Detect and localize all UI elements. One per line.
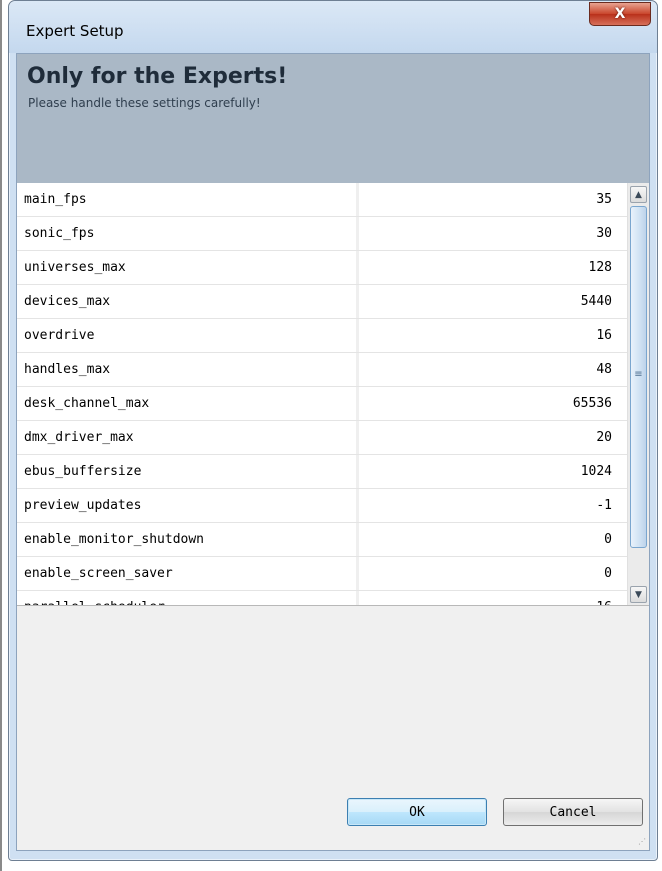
table-row[interactable]: dmx_driver_max 20	[17, 421, 649, 455]
table-row[interactable]: main_fps 35	[17, 183, 649, 217]
setting-value-cell[interactable]: 5440	[359, 285, 621, 318]
setting-value-cell[interactable]: 35	[359, 183, 621, 216]
background-edge	[0, 0, 2, 871]
setting-value-cell[interactable]: 0	[359, 523, 621, 556]
setting-name-cell: overdrive	[17, 319, 359, 352]
expert-setup-window: Expert Setup X Only for the Experts! Ple…	[8, 0, 658, 861]
setting-name-cell: ebus_buffersize	[17, 455, 359, 488]
setting-value-cell[interactable]: 30	[359, 217, 621, 250]
table-row[interactable]: handles_max 48	[17, 353, 649, 387]
table-row[interactable]: enable_monitor_shutdown 0	[17, 523, 649, 557]
settings-rows: main_fps 35 sonic_fps 30 universes_max 128 dev…	[17, 183, 649, 605]
setting-value-cell[interactable]: 20	[359, 421, 621, 454]
setting-value-cell[interactable]: 1024	[359, 455, 621, 488]
scroll-grip-icon: ≡	[634, 369, 643, 380]
dialog-footer: OK Cancel ⋰	[17, 774, 649, 850]
scroll-up-button[interactable]: ▲	[630, 186, 647, 203]
table-row[interactable]: enable_screen_saver 0	[17, 557, 649, 591]
table-row[interactable]: preview_updates -1	[17, 489, 649, 523]
banner-title: Only for the Experts!	[27, 64, 288, 89]
setting-name-cell: devices_max	[17, 285, 359, 318]
table-row[interactable]: universes_max 128	[17, 251, 649, 285]
title-bar[interactable]: Expert Setup X	[9, 1, 657, 53]
setting-value-cell[interactable]: 65536	[359, 387, 621, 420]
table-row[interactable]: desk_channel_max 65536	[17, 387, 649, 421]
ok-button[interactable]: OK	[347, 798, 487, 826]
setting-value-cell[interactable]: 48	[359, 353, 621, 386]
setting-name-cell: universes_max	[17, 251, 359, 284]
setting-value-cell[interactable]: -1	[359, 489, 621, 522]
setting-name-cell: sonic_fps	[17, 217, 359, 250]
close-icon: X	[614, 6, 626, 22]
scroll-down-button[interactable]: ▼	[630, 586, 647, 603]
setting-name-cell: dmx_driver_max	[17, 421, 359, 454]
dialog-client-area: Only for the Experts! Please handle thes…	[16, 53, 650, 851]
setting-name-cell: main_fps	[17, 183, 359, 216]
close-button[interactable]: X	[589, 2, 651, 26]
vertical-scrollbar[interactable]: ▲ ≡ ▼	[627, 183, 649, 605]
setting-name-cell: handles_max	[17, 353, 359, 386]
table-row[interactable]: ebus_buffersize 1024	[17, 455, 649, 489]
setting-name-cell: enable_monitor_shutdown	[17, 523, 359, 556]
resize-grip-icon[interactable]: ⋰	[636, 837, 646, 847]
setting-value-cell[interactable]: 16	[359, 319, 621, 352]
window-title: Expert Setup	[26, 22, 124, 40]
scroll-down-icon: ▼	[635, 589, 642, 600]
table-row[interactable]: overdrive 16	[17, 319, 649, 353]
setting-value-cell[interactable]: 0	[359, 557, 621, 590]
header-banner: Only for the Experts! Please handle thes…	[17, 54, 649, 183]
table-row[interactable]: parallel_scheduler16	[17, 591, 649, 605]
setting-name-cell: parallel_scheduler	[17, 591, 359, 605]
scroll-thumb[interactable]: ≡	[630, 206, 647, 548]
setting-name-cell: enable_screen_saver	[17, 557, 359, 590]
scroll-up-icon: ▲	[635, 189, 642, 200]
setting-value-cell[interactable]: 128	[359, 251, 621, 284]
setting-value-cell[interactable]: 16	[359, 591, 621, 605]
settings-grid[interactable]: main_fps 35 sonic_fps 30 universes_max 128 dev…	[17, 183, 649, 606]
table-row[interactable]: sonic_fps 30	[17, 217, 649, 251]
table-row[interactable]: devices_max 5440	[17, 285, 649, 319]
setting-name-cell: preview_updates	[17, 489, 359, 522]
setting-name-cell: desk_channel_max	[17, 387, 359, 420]
cancel-button[interactable]: Cancel	[503, 798, 643, 826]
banner-subtitle: Please handle these settings carefully!	[28, 96, 261, 110]
